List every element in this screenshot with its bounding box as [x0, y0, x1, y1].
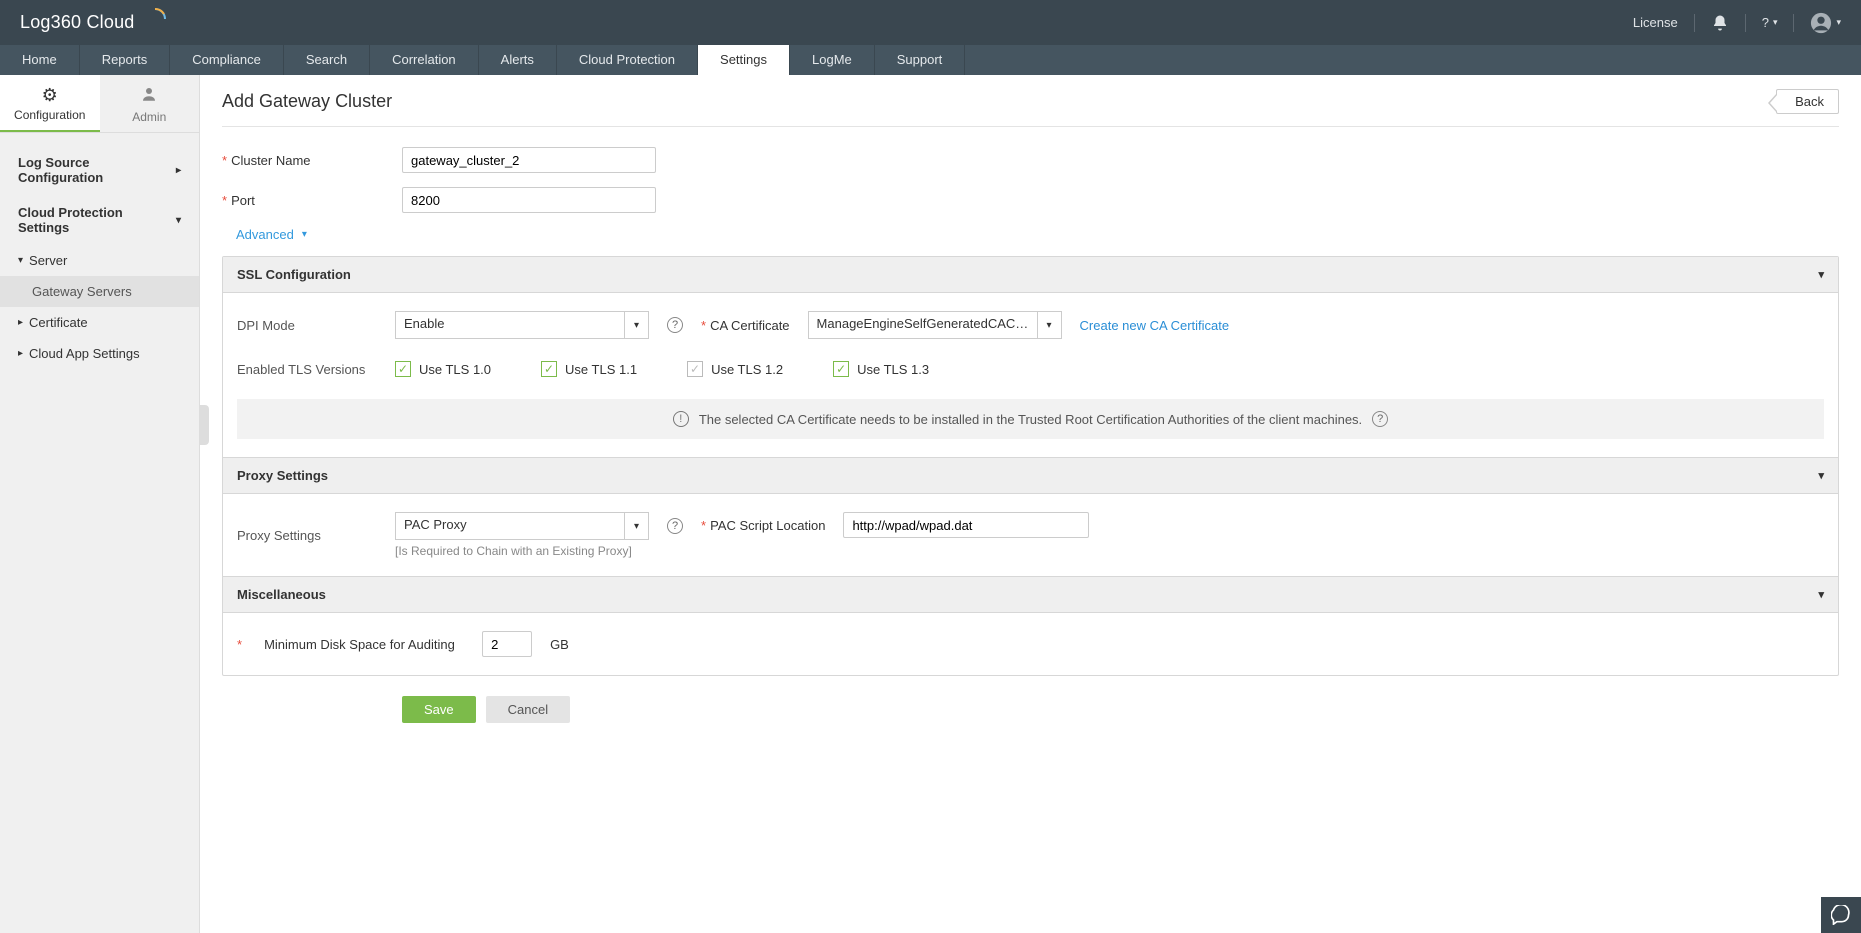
page-title: Add Gateway Cluster — [222, 91, 392, 112]
disk-unit: GB — [550, 637, 569, 652]
proxy-settings-select[interactable]: PAC Proxy ▾ — [395, 512, 649, 540]
tls11-checkbox[interactable]: ✓Use TLS 1.1 — [541, 361, 637, 377]
nav-tab-home[interactable]: Home — [0, 45, 80, 75]
nav-tab-logme[interactable]: LogMe — [790, 45, 875, 75]
chevron-right-icon: ▸ — [18, 317, 23, 328]
nav-tab-reports[interactable]: Reports — [80, 45, 171, 75]
chevron-down-icon: ▾ — [1037, 312, 1061, 338]
menu-cloud-app-settings[interactable]: ▸ Cloud App Settings — [0, 338, 199, 369]
port-label: Port — [231, 193, 255, 208]
nav-tab-settings[interactable]: Settings — [698, 45, 790, 75]
ca-install-info: ! The selected CA Certificate needs to b… — [237, 399, 1824, 439]
logo-swirl-icon — [143, 7, 167, 31]
product-logo: Log360 Cloud — [20, 11, 167, 35]
sidebar-collapse-handle[interactable] — [199, 405, 209, 445]
chevron-right-icon: ▸ — [18, 348, 23, 359]
cancel-button[interactable]: Cancel — [486, 696, 570, 723]
section-ssl-config[interactable]: SSL Configuration ▾ — [223, 257, 1838, 293]
port-input[interactable] — [402, 187, 656, 213]
tls12-checkbox[interactable]: ✓Use TLS 1.2 — [687, 361, 783, 377]
min-disk-label: Minimum Disk Space for Auditing — [264, 637, 464, 652]
menu-gateway-servers[interactable]: Gateway Servers — [0, 276, 199, 307]
help-icon[interactable]: ? — [1372, 411, 1388, 427]
cluster-name-input[interactable] — [402, 147, 656, 173]
chevron-down-icon: ▾ — [624, 312, 648, 338]
chevron-down-icon: ▾ — [302, 229, 307, 240]
subtab-admin[interactable]: Admin — [100, 75, 200, 132]
menu-log-source-config[interactable]: Log Source Configuration ▸ — [0, 145, 199, 195]
chevron-right-icon: ▸ — [176, 165, 181, 176]
min-disk-input[interactable] — [482, 631, 532, 657]
back-button[interactable]: Back — [1776, 89, 1839, 114]
section-miscellaneous[interactable]: Miscellaneous ▾ — [223, 576, 1838, 613]
divider — [1793, 14, 1794, 32]
nav-tab-cloud-protection[interactable]: Cloud Protection — [557, 45, 698, 75]
chat-icon[interactable] — [1821, 897, 1861, 933]
ca-cert-label: CA Certificate — [710, 318, 789, 333]
nav-tab-compliance[interactable]: Compliance — [170, 45, 284, 75]
pac-script-label: PAC Script Location — [710, 518, 825, 533]
save-button[interactable]: Save — [402, 696, 476, 723]
create-ca-cert-link[interactable]: Create new CA Certificate — [1080, 318, 1230, 333]
tls10-checkbox[interactable]: ✓Use TLS 1.0 — [395, 361, 491, 377]
help-icon[interactable]: ? — [667, 317, 683, 333]
ca-cert-select[interactable]: ManageEngineSelfGeneratedCACertificate ▾ — [808, 311, 1062, 339]
menu-certificate[interactable]: ▸ Certificate — [0, 307, 199, 338]
chevron-down-icon: ▾ — [1818, 588, 1824, 601]
chevron-down-icon: ▾ — [1818, 469, 1824, 482]
dpi-mode-label: DPI Mode — [237, 318, 377, 333]
chevron-down-icon: ▾ — [18, 255, 23, 266]
nav-tab-alerts[interactable]: Alerts — [479, 45, 557, 75]
license-link[interactable]: License — [1633, 15, 1678, 30]
menu-server[interactable]: ▾ Server — [0, 245, 199, 276]
user-menu[interactable]: ▾ — [1810, 12, 1841, 34]
gear-icon: ⚙ — [0, 85, 100, 106]
tls-versions-label: Enabled TLS Versions — [237, 362, 377, 377]
nav-tab-search[interactable]: Search — [284, 45, 370, 75]
nav-tab-correlation[interactable]: Correlation — [370, 45, 479, 75]
chevron-down-icon: ▾ — [624, 513, 648, 539]
advanced-toggle[interactable]: Advanced ▾ — [236, 227, 307, 242]
user-icon — [100, 85, 200, 108]
divider — [1745, 14, 1746, 32]
dpi-mode-select[interactable]: Enable ▾ — [395, 311, 649, 339]
chevron-down-icon: ▾ — [1818, 268, 1824, 281]
nav-tab-support[interactable]: Support — [875, 45, 966, 75]
menu-cloud-protection-settings[interactable]: Cloud Protection Settings ▾ — [0, 195, 199, 245]
proxy-hint: [Is Required to Chain with an Existing P… — [395, 544, 649, 558]
bell-icon[interactable] — [1711, 14, 1729, 32]
cluster-name-label: Cluster Name — [231, 153, 310, 168]
pac-script-input[interactable] — [843, 512, 1089, 538]
tls13-checkbox[interactable]: ✓Use TLS 1.3 — [833, 361, 929, 377]
subtab-configuration[interactable]: ⚙ Configuration — [0, 75, 100, 132]
product-name: Log360 Cloud — [20, 12, 135, 33]
section-proxy-settings[interactable]: Proxy Settings ▾ — [223, 457, 1838, 494]
proxy-settings-label: Proxy Settings — [237, 528, 377, 543]
main-nav: Home Reports Compliance Search Correlati… — [0, 45, 1861, 75]
help-icon[interactable]: ? — [667, 518, 683, 534]
help-menu[interactable]: ?▾ — [1762, 15, 1778, 30]
info-icon: ! — [673, 411, 689, 427]
divider — [1694, 14, 1695, 32]
chevron-down-icon: ▾ — [176, 215, 181, 226]
